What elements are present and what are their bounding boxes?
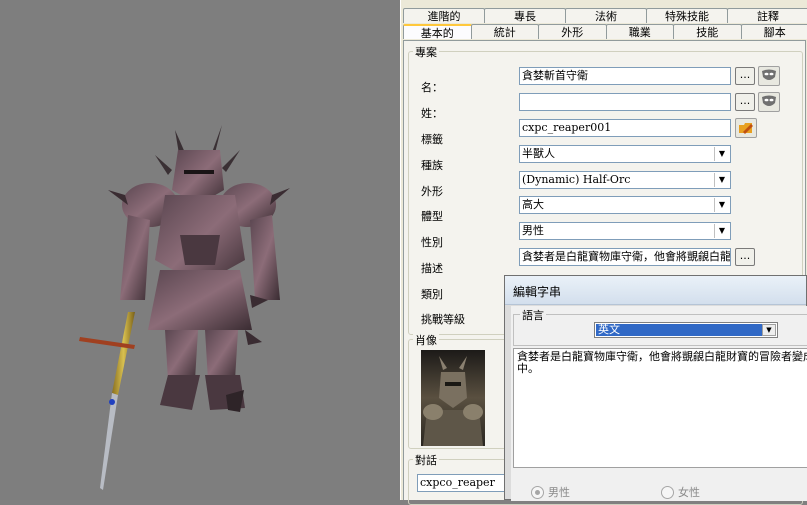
tab-basic[interactable]: 基本的 [403,24,472,39]
body-type-value: 高大 [522,198,544,211]
tab-skills[interactable]: 技能 [673,24,742,39]
description-field[interactable]: 貪婪者是白龍寶物庫守衛，他會將覬覦白龍 [519,248,731,266]
portrait-image[interactable] [421,350,485,446]
gender-label: 性別 [421,234,443,250]
race-value: 半獸人 [522,147,555,160]
mask-icon-button-2[interactable] [758,92,780,112]
tag-field[interactable]: cxpc_reaper001 [519,119,731,137]
description-label: 描述 [421,260,443,276]
surname-field[interactable] [519,93,731,111]
tab-row-lower: 基本的 統計 外形 職業 技能 腳本 [401,24,807,40]
portrait-group-label: 肖像 [413,332,439,348]
chevron-down-icon: ▼ [714,147,729,161]
female-label: 女性 [678,484,700,500]
dialog-titlebar[interactable]: 編輯字串 [505,276,806,305]
surname-browse-button[interactable]: ... [735,93,755,111]
chevron-down-icon: ▼ [714,173,729,187]
mask-icon [761,95,777,109]
folder-pencil-icon [738,121,754,135]
creature-model-render [0,0,400,500]
tab-appearance[interactable]: 外形 [538,24,607,39]
tag-edit-button[interactable] [735,118,757,138]
description-edit-button[interactable]: ... [735,248,755,266]
dialog-field[interactable]: cxpco_reaper [417,474,509,492]
dialog-body: 語言 英文 ▼ 貪婪者是白龍寶物庫守衛，他會將覬覦白龍財寶的冒險者變成殭屍，然後… [511,306,807,501]
language-group: 語言 英文 ▼ [513,314,807,346]
name-field[interactable]: 貪婪斬首守衛 [519,67,731,85]
dialog-title: 編輯字串 [513,283,561,300]
gender-value: 男性 [522,224,544,237]
name-browse-button[interactable]: ... [735,67,755,85]
mask-icon-button[interactable] [758,66,780,86]
tab-row-upper: 進階的 專長 法術 特殊技能 註釋 [401,8,807,24]
chevron-down-icon: ▼ [762,324,776,336]
tab-special-abilities[interactable]: 特殊技能 [646,8,728,23]
mask-icon [761,69,777,83]
radio-circle [661,486,674,499]
tag-label: 標籤 [421,131,443,147]
edit-string-dialog: 編輯字串 語言 英文 ▼ 貪婪者是白龍寶物庫守衛，他會將覬覦白龍財寶的冒險者變成… [504,275,807,500]
portrait-figure [421,350,485,446]
surname-label: 姓： [421,105,443,121]
model-viewport[interactable] [0,0,400,500]
category-label: 類別 [421,286,443,302]
dialog-group-label: 對話 [413,452,439,468]
name-label: 名： [421,79,443,95]
race-label: 種族 [421,157,443,173]
appearance-value: (Dynamic) Half-Orc [522,173,630,186]
language-group-label: 語言 [520,307,546,323]
appearance-label: 外形 [421,183,443,199]
challenge-rating-label: 挑戰等級 [421,311,465,327]
race-dropdown[interactable]: 半獸人 ▼ [519,145,731,163]
male-radio[interactable]: 男性 [531,484,570,500]
body-type-label: 體型 [421,208,443,224]
tab-stats[interactable]: 統計 [471,24,540,39]
tab-classes[interactable]: 職業 [606,24,675,39]
tab-notes[interactable]: 註釋 [727,8,807,23]
female-radio[interactable]: 女性 [661,484,700,500]
male-label: 男性 [548,484,570,500]
gender-dropdown[interactable]: 男性 ▼ [519,222,731,240]
tab-advanced[interactable]: 進階的 [403,8,485,23]
tab-feats[interactable]: 專長 [484,8,566,23]
language-dropdown[interactable]: 英文 ▼ [594,322,778,338]
tab-spells[interactable]: 法術 [565,8,647,23]
radio-circle [531,486,544,499]
string-text-area[interactable]: 貪婪者是白龍寶物庫守衛，他會將覬覦白龍財寶的冒險者變成殭屍，然後將他們的軀體裝進… [513,348,807,468]
tab-scripts[interactable]: 腳本 [741,24,807,39]
profile-group-label: 專案 [413,44,439,60]
string-text: 貪婪者是白龍寶物庫守衛，他會將覬覦白龍財寶的冒險者變成殭屍，然後將他們的軀體裝進… [517,351,807,375]
appearance-dropdown[interactable]: (Dynamic) Half-Orc ▼ [519,171,731,189]
body-type-dropdown[interactable]: 高大 ▼ [519,196,731,214]
language-value: 英文 [596,324,762,336]
chevron-down-icon: ▼ [714,198,729,212]
chevron-down-icon: ▼ [714,224,729,238]
